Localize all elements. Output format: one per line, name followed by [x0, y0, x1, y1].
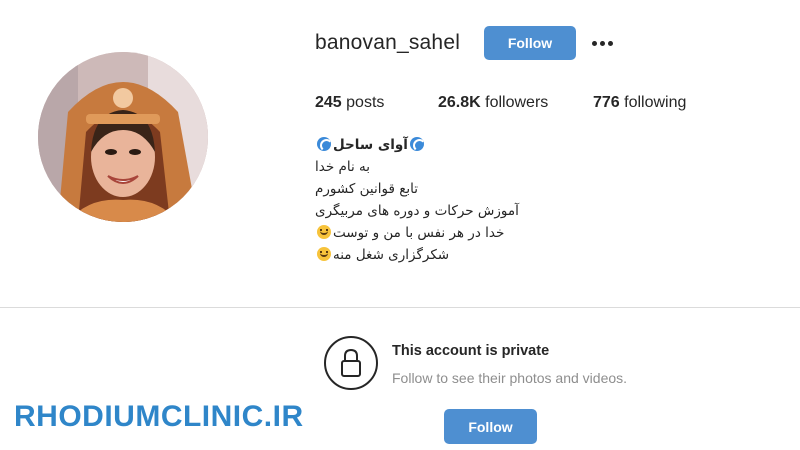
water-wave-icon [317, 137, 331, 151]
bio-line-with-emoji: شکرگزاری شغل منه [315, 244, 449, 266]
more-dot-icon [592, 41, 597, 46]
section-divider [0, 307, 800, 308]
bio-line: تابع قوانین کشورم [315, 181, 419, 197]
watermark-text: RHODIUMCLINIC.IR [14, 400, 304, 433]
smiling-face-icon [317, 225, 331, 239]
private-account-subtitle: Follow to see their photos and videos. [392, 370, 628, 386]
following-count-value: 776 [593, 94, 620, 111]
bio-line: به نام خدا [315, 159, 370, 175]
profile-photo [38, 52, 208, 222]
follow-button-secondary[interactable]: Follow [444, 409, 537, 444]
profile-avatar[interactable] [38, 52, 208, 222]
bio-title-line: آوای ساحل [315, 134, 426, 156]
followers-count-value: 26.8K [438, 94, 481, 111]
posts-count: 245 posts [315, 94, 384, 112]
private-account-title: This account is private [392, 343, 550, 359]
followers-count[interactable]: 26.8K followers [438, 94, 548, 112]
bio-line: آموزش حرکات و دوره های مربیگری [315, 203, 519, 219]
more-dot-icon [608, 41, 613, 46]
profile-username: banovan_sahel [315, 31, 461, 54]
posts-count-label: posts [341, 94, 385, 111]
more-options-icon[interactable] [589, 30, 617, 56]
posts-count-value: 245 [315, 94, 342, 111]
smiling-face-icon [317, 247, 331, 261]
followers-count-label: followers [480, 94, 549, 111]
more-dot-icon [600, 41, 605, 46]
bio-line-with-emoji: خدا در هر نفس با من و توست [315, 222, 504, 244]
water-wave-icon [409, 137, 424, 151]
following-count-label: following [619, 94, 687, 111]
follow-button[interactable]: Follow [484, 26, 576, 60]
profile-bio: آوای ساحل به نام خدا تابع قوانین کشورم آ… [315, 134, 545, 266]
bio-title: آوای ساحل [333, 137, 408, 153]
bio-line: خدا در هر نفس با من و توست [333, 225, 505, 241]
following-count[interactable]: 776 following [593, 94, 686, 112]
bio-line: شکرگزاری شغل منه [333, 247, 450, 263]
lock-icon [324, 336, 378, 390]
